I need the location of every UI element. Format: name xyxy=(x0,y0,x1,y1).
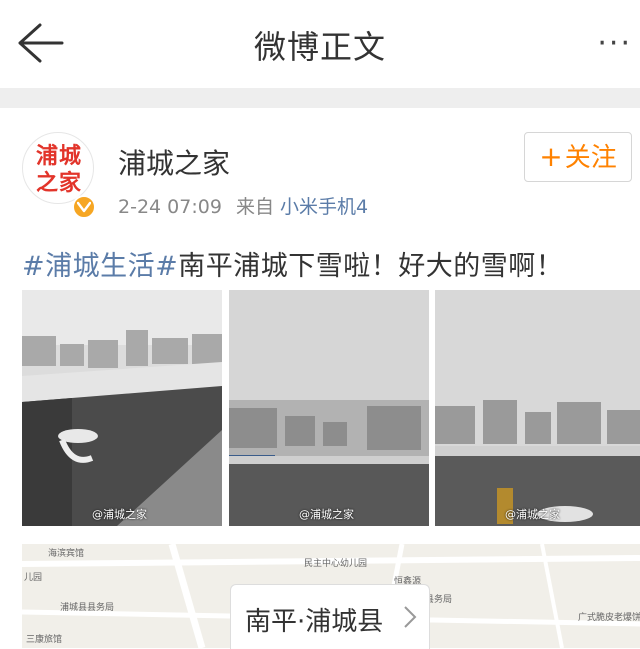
source-prefix: 来自 xyxy=(235,196,274,218)
map-label: 浦城县县务局 xyxy=(60,603,115,613)
map-label: 三康旅馆 xyxy=(26,635,63,645)
post-time: 2-24 07:09 xyxy=(118,196,222,218)
photo-1-image xyxy=(22,290,222,526)
photo-2[interactable]: @浦城之家 xyxy=(229,290,429,526)
watermark: @浦城之家 xyxy=(299,508,354,521)
avatar-logo: 浦城 之家 xyxy=(35,143,82,196)
map-label: 广式脆皮老爆饼 xyxy=(578,613,640,623)
map-label: 民主中心幼儿园 xyxy=(304,559,368,569)
section-divider xyxy=(0,88,640,108)
watermark: @浦城之家 xyxy=(505,508,560,521)
top-nav-bar: 微博正文 ··· xyxy=(0,0,640,88)
photo-3[interactable]: @浦城之家 xyxy=(435,290,640,526)
hashtag-link[interactable]: #浦城生活# xyxy=(22,251,178,282)
source-device[interactable]: 小米手机4 xyxy=(280,196,368,218)
page-title: 微博正文 xyxy=(253,28,386,66)
map-label: 儿园 xyxy=(24,573,43,583)
watermark: @浦城之家 xyxy=(92,508,147,521)
follow-button[interactable]: +关注 xyxy=(524,132,632,182)
photo-3-image xyxy=(435,290,640,526)
verified-badge-icon xyxy=(72,195,96,219)
photo-1[interactable]: @浦城之家 xyxy=(22,290,222,526)
post-text: #浦城生活#南平浦城下雪啦！好大的雪啊！ xyxy=(22,244,563,283)
more-dots-icon[interactable]: ··· xyxy=(597,26,632,61)
avatar[interactable]: 浦城 之家 xyxy=(22,132,94,204)
location-label: 南平·浦城县 xyxy=(245,607,384,637)
photo-2-image xyxy=(229,290,429,526)
location-card[interactable]: 南平·浦城县 xyxy=(230,584,430,649)
author-name[interactable]: 浦城之家 xyxy=(118,142,230,182)
chevron-right-icon xyxy=(404,606,417,628)
plus-icon: + xyxy=(539,140,563,173)
post-meta: 2-24 07:09 来自 小米手机4 xyxy=(118,192,368,219)
follow-label: 关注 xyxy=(564,143,617,173)
post-body: 南平浦城下雪啦！好大的雪啊！ xyxy=(178,251,564,282)
map-label: 海滨宾馆 xyxy=(48,549,85,559)
